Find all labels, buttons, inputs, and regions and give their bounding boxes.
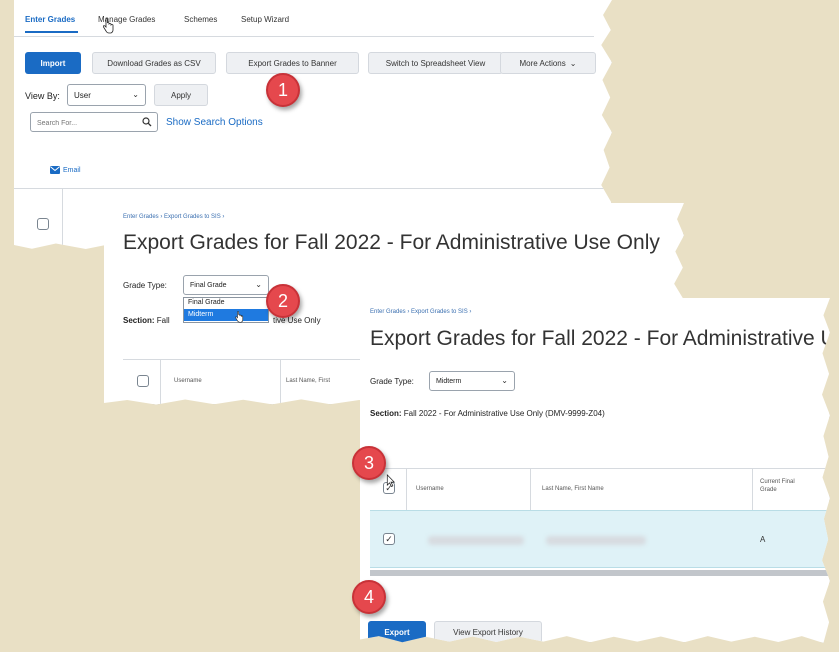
envelope-icon	[50, 166, 60, 174]
redacted-username	[428, 536, 524, 545]
row-grade: A	[760, 535, 766, 544]
section-row: Section: Fall	[123, 316, 170, 325]
redacted-name	[546, 536, 646, 545]
section-row: Section: Fall 2022 - For Administrative …	[370, 409, 605, 418]
export-grades-panel-midterm: Enter Grades › Export Grades to SIS › Ex…	[360, 298, 830, 643]
step-badge-3: 3	[352, 446, 386, 480]
export-button[interactable]: Export	[368, 621, 426, 643]
chevron-down-icon: ⌄	[255, 280, 262, 290]
view-by-select[interactable]: User ⌄	[67, 84, 146, 106]
pointer-cursor-icon	[386, 474, 396, 487]
table-header-top-line	[370, 468, 830, 469]
row-checkbox[interactable]: ✓	[383, 533, 395, 545]
grid-header-line	[14, 188, 612, 189]
dropdown-option-midterm[interactable]: Midterm	[184, 309, 268, 321]
column-username[interactable]: Username	[416, 486, 444, 492]
chevron-down-icon: ⌄	[501, 376, 508, 386]
view-by-label: View By:	[25, 91, 60, 101]
column-last-first[interactable]: Last Name, First	[286, 378, 330, 384]
horizontal-scrollbar[interactable]	[370, 570, 830, 576]
step-badge-2: 2	[266, 284, 300, 318]
hand-cursor-icon	[235, 311, 244, 323]
email-action[interactable]: Email	[50, 166, 81, 174]
more-actions-button[interactable]: More Actions ⌄	[500, 52, 596, 74]
column-username[interactable]: Username	[174, 378, 202, 384]
tab-schemes[interactable]: Schemes	[184, 15, 217, 24]
tab-divider	[14, 36, 594, 37]
dropdown-option-final-grade[interactable]: Final Grade	[188, 299, 225, 306]
page-title: Export Grades for Fall 2022 - For Admini…	[123, 231, 660, 254]
view-export-history-button[interactable]: View Export History	[434, 621, 542, 643]
table-row[interactable]: ✓ A	[370, 510, 830, 568]
spreadsheet-view-button[interactable]: Switch to Spreadsheet View	[368, 52, 503, 74]
hand-cursor-icon	[103, 18, 114, 34]
grade-type-label: Grade Type:	[370, 377, 414, 386]
grid-column-divider	[62, 188, 63, 250]
view-by-value: User	[74, 90, 91, 100]
column-divider	[280, 359, 281, 405]
column-divider	[160, 359, 161, 405]
select-all-checkbox[interactable]	[137, 375, 149, 387]
chevron-down-icon: ⌄	[132, 90, 139, 100]
step-badge-1: 1	[266, 73, 300, 107]
email-label: Email	[63, 166, 81, 174]
tab-setup-wizard[interactable]: Setup Wizard	[241, 15, 289, 24]
search-icon[interactable]	[142, 117, 152, 127]
grade-type-dropdown: Final Grade Midterm	[183, 297, 269, 323]
column-current-final-grade[interactable]: Current Final Grade	[760, 478, 796, 494]
section-value-start: Fall	[156, 316, 170, 325]
export-to-banner-button[interactable]: Export Grades to Banner	[226, 52, 359, 74]
breadcrumb[interactable]: Enter Grades › Export Grades to SIS ›	[123, 214, 224, 220]
grade-type-label: Grade Type:	[123, 281, 167, 290]
search-input[interactable]	[35, 115, 139, 131]
chevron-down-icon: ⌄	[569, 58, 577, 68]
import-button[interactable]: Import	[25, 52, 81, 74]
step-badge-4: 4	[352, 580, 386, 614]
section-label: Section:	[370, 409, 402, 418]
breadcrumb[interactable]: Enter Grades › Export Grades to SIS ›	[370, 309, 471, 315]
section-value: Fall 2022 - For Administrative Use Only …	[403, 409, 605, 418]
grade-type-select[interactable]: Final Grade ⌄	[183, 275, 269, 295]
page-title: Export Grades for Fall 2022 - For Admini…	[370, 327, 830, 350]
apply-button[interactable]: Apply	[154, 84, 208, 106]
active-tab-indicator	[25, 31, 78, 33]
grade-type-value: Midterm	[436, 377, 462, 385]
column-last-first[interactable]: Last Name, First Name	[542, 486, 604, 492]
section-label: Section:	[123, 316, 155, 325]
more-actions-label: More Actions	[519, 58, 566, 68]
search-box[interactable]	[30, 112, 158, 132]
grade-type-value: Final Grade	[190, 281, 227, 289]
download-csv-button[interactable]: Download Grades as CSV	[92, 52, 216, 74]
show-search-options-link[interactable]: Show Search Options	[166, 117, 263, 128]
select-all-checkbox[interactable]	[37, 218, 49, 230]
grade-type-select[interactable]: Midterm ⌄	[429, 371, 515, 391]
tab-enter-grades[interactable]: Enter Grades	[25, 15, 75, 24]
